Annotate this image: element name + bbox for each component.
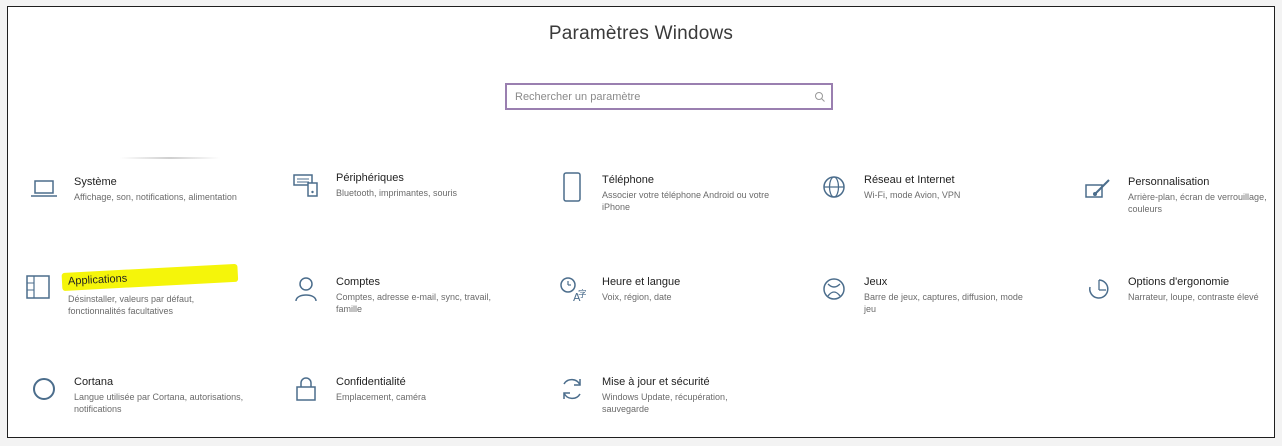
tile-description: Désinstaller, valeurs par défaut, foncti… [68,294,195,316]
tile-phone[interactable]: Téléphone Associer votre téléphone Andro… [554,169,784,229]
page-title: Paramètres Windows [548,23,734,44]
tile-description: Langue utilisée par Cortana, autorisatio… [74,392,244,414]
person-icon [288,271,324,307]
ease-of-access-icon [1080,271,1116,307]
tile-cortana[interactable]: Cortana Langue utilisée par Cortana, aut… [26,371,256,431]
tile-description: Barre de jeux, captures, diffusion, mode… [864,292,1023,314]
tile-apps[interactable]: Applications Désinstaller, valeurs par d… [20,263,250,329]
tile-description: Emplacement, caméra [336,392,427,402]
brush-icon [1080,171,1116,207]
tile-personalization[interactable]: Personnalisation Arrière-plan, écran de … [1080,171,1274,231]
search-input[interactable] [507,85,809,108]
search-icon[interactable] [809,91,831,103]
tile-title: Options d'ergonomie [1128,276,1230,288]
tile-title: Jeux [864,276,888,288]
tile-title: Téléphone [602,174,654,186]
tile-title: Périphériques [336,172,404,184]
tile-title: Personnalisation [1128,176,1210,188]
time-language-icon: A字 [554,271,590,307]
tile-update-security[interactable]: Mise à jour et sécurité Windows Update, … [554,371,784,431]
tile-ease-of-access[interactable]: Options d'ergonomie Narrateur, loupe, co… [1080,271,1274,331]
tile-title: Mise à jour et sécurité [602,376,710,388]
settings-window: Paramètres Windows Système Affichage, so… [7,6,1275,438]
tile-devices[interactable]: Périphériques Bluetooth, imprimantes, so… [288,167,518,227]
tile-description: Bluetooth, imprimantes, souris [336,188,458,198]
keyboard-devices-icon [288,167,324,203]
tile-title: Heure et langue [602,276,681,288]
tile-system[interactable]: Système Affichage, son, notifications, a… [26,171,256,231]
phone-icon [554,169,590,205]
svg-text:字: 字 [578,288,586,300]
tile-description: Wi-Fi, mode Avion, VPN [864,190,961,200]
tile-gaming[interactable]: Jeux Barre de jeux, captures, diffusion,… [816,271,1046,331]
tile-title: Applications [61,263,239,291]
laptop-icon [26,171,62,207]
tile-description: Affichage, son, notifications, alimentat… [74,192,237,202]
globe-icon [816,169,852,205]
tile-description: Comptes, adresse e-mail, sync, travail, … [336,292,492,314]
tile-network[interactable]: Réseau et Internet Wi-Fi, mode Avion, VP… [816,169,1046,229]
tile-title: Comptes [336,276,381,288]
update-sync-icon [554,371,590,407]
lock-icon [288,371,324,407]
tile-title: Cortana [74,376,114,388]
tile-description: Narrateur, loupe, contraste élevé [1128,292,1259,302]
tile-description: Voix, région, date [602,292,672,302]
search-box[interactable] [505,83,833,110]
tile-time-language[interactable]: A字 Heure et langue Voix, région, date [554,271,784,331]
apps-list-icon [20,269,56,305]
tile-title: Réseau et Internet [864,174,955,186]
tile-title: Confidentialité [336,376,406,388]
tile-description: Windows Update, récupération, sauvegarde [602,392,728,414]
tile-description: Associer votre téléphone Android ou votr… [602,190,770,212]
tile-description: Arrière-plan, écran de verrouillage, cou… [1128,192,1267,214]
xbox-icon [816,271,852,307]
cortana-circle-icon [26,371,62,407]
tile-title: Système [74,176,117,188]
tile-accounts[interactable]: Comptes Comptes, adresse e-mail, sync, t… [288,271,518,331]
divider [120,157,220,159]
tile-privacy[interactable]: Confidentialité Emplacement, caméra [288,371,518,431]
